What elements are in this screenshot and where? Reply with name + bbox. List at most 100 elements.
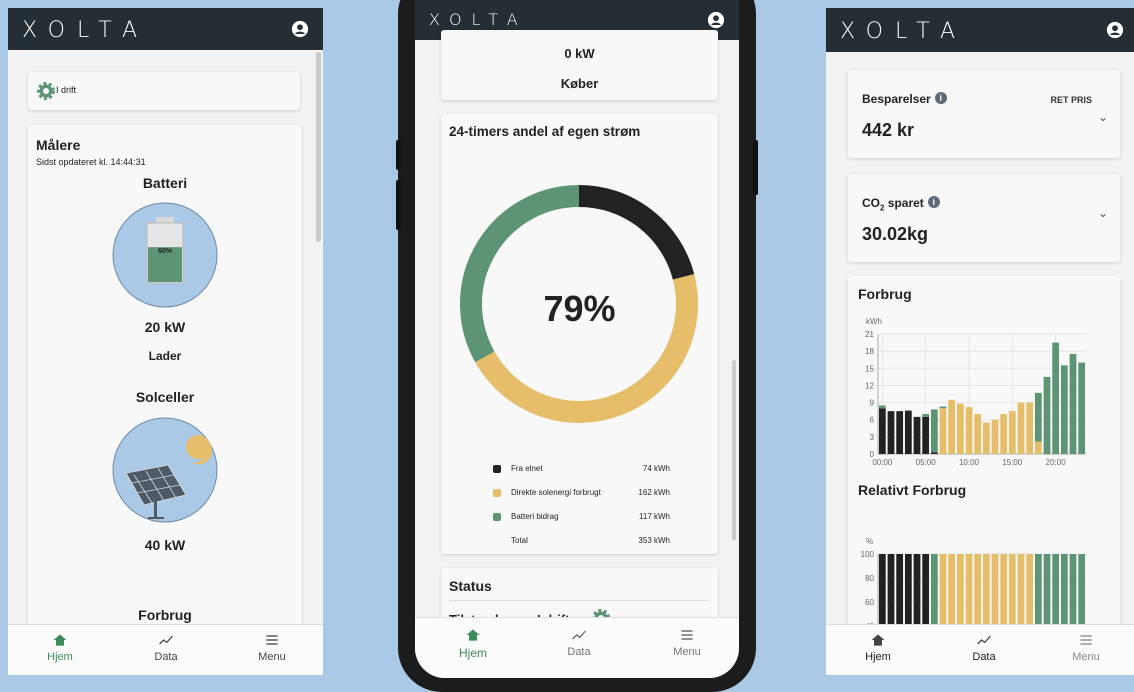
- nav-home-label: Hjem: [47, 651, 73, 663]
- bar: [930, 409, 938, 453]
- battery-power: 20 kW: [144, 319, 186, 335]
- nav-data[interactable]: Data: [539, 626, 619, 658]
- bottom-navigation: Hjem Data Menu: [826, 624, 1134, 675]
- phone-side-button-left-2: [396, 180, 401, 230]
- scrollbar[interactable]: [316, 52, 321, 242]
- x-tick-label: 10:00: [959, 458, 980, 467]
- y-tick-label: 80: [865, 574, 874, 583]
- chart-line-icon: [572, 630, 586, 640]
- nav-data-label: Data: [154, 651, 178, 663]
- legend-item: Direkte solenergi forbrugt 162 kWh: [493, 486, 670, 502]
- bar: [913, 416, 921, 454]
- status-title: Status: [449, 578, 492, 594]
- bar: [922, 416, 930, 454]
- donut-slice: [460, 185, 580, 363]
- grid-power: 0 kW: [564, 46, 595, 61]
- home-icon: [466, 629, 480, 641]
- relative-title: Relativt Forbrug: [858, 482, 967, 498]
- gear-icon: [37, 82, 55, 100]
- savings-card[interactable]: Besparelser i 442 kr RET PRIS ⌄: [848, 70, 1120, 158]
- left-phone-screen: XOLTA I drift Målere Sidst opdateret kl.…: [8, 8, 323, 675]
- bar: [887, 411, 895, 454]
- nav-menu[interactable]: Menu: [647, 626, 727, 658]
- bar: [1060, 365, 1068, 454]
- phone-side-button-right: [753, 140, 758, 195]
- xolta-logo: XOLTA: [22, 18, 149, 43]
- chevron-down-icon[interactable]: ⌄: [1098, 206, 1108, 220]
- info-icon[interactable]: i: [927, 196, 940, 208]
- last-updated: Sidst opdateret kl. 14:44:31: [36, 157, 146, 167]
- menu-list-icon: [266, 635, 278, 645]
- x-tick-label: 15:00: [1002, 458, 1023, 467]
- co2-card[interactable]: CO2 sparet i 30.02kg ⌄: [848, 174, 1120, 262]
- user-account-icon[interactable]: [1106, 21, 1124, 39]
- app-header: XOLTA: [8, 8, 323, 50]
- bar: [1069, 354, 1077, 454]
- nav-home[interactable]: Hjem: [838, 631, 918, 663]
- nav-menu-label: Menu: [258, 651, 286, 663]
- app-header: XOLTA: [826, 8, 1134, 52]
- legend-item: Total 353 kWh: [493, 534, 670, 550]
- middle-phone-screen: XOLTA 0 kW Køber 24-timers andel af egen…: [415, 0, 739, 678]
- scrollbar[interactable]: [732, 360, 736, 540]
- bottom-navigation: Hjem Data Menu: [415, 617, 739, 678]
- bar: [878, 408, 886, 454]
- chart-line-icon: [977, 635, 991, 645]
- nav-menu-label: Menu: [1072, 651, 1100, 663]
- nav-data-label: Data: [567, 646, 591, 658]
- y-unit-label: kWh: [866, 317, 882, 326]
- battery-title: Batteri: [142, 175, 188, 191]
- co2-value: 30.02kg: [862, 224, 929, 244]
- y-tick-label: 9: [870, 399, 875, 408]
- battery-state: Lader: [148, 349, 182, 363]
- nav-data[interactable]: Data: [944, 631, 1024, 663]
- legend-value: 353 kWh: [638, 536, 670, 545]
- edit-price-link[interactable]: RET PRIS: [1050, 95, 1092, 105]
- bar: [1043, 376, 1051, 454]
- y-unit-label: %: [866, 537, 873, 546]
- bar: [1008, 411, 1016, 454]
- bar: [878, 405, 886, 409]
- meters-title: Målere: [36, 137, 81, 153]
- nav-menu-label: Menu: [673, 646, 701, 658]
- bar: [1052, 342, 1060, 454]
- nav-data[interactable]: Data: [126, 631, 206, 663]
- bar: [922, 414, 930, 417]
- user-account-icon[interactable]: [291, 20, 309, 38]
- bar: [896, 411, 904, 454]
- consumption-bar-chart: kWh03691215182100:00 05:00 10:00 15:00 20:00: [865, 317, 1086, 467]
- x-tick-label: 20:00: [1046, 458, 1067, 467]
- solar-power: 40 kW: [144, 537, 186, 553]
- solar-panel-gauge: [112, 417, 218, 523]
- legend-label: Total: [511, 536, 528, 545]
- nav-data-label: Data: [972, 651, 996, 663]
- nav-home[interactable]: Hjem: [20, 631, 100, 663]
- legend-swatch: [493, 513, 501, 521]
- bar: [1034, 441, 1042, 454]
- user-account-icon[interactable]: [707, 11, 725, 29]
- bar: [956, 403, 964, 454]
- menu-list-icon: [1080, 635, 1092, 645]
- y-tick-label: 21: [865, 330, 874, 339]
- nav-menu[interactable]: Menu: [1046, 631, 1126, 663]
- right-phone-screen: XOLTA Besparelser i 442 kr RET PRIS ⌄ CO2…: [826, 8, 1134, 675]
- bar: [930, 452, 938, 454]
- bar: [1026, 402, 1034, 454]
- legend-label: Direkte solenergi forbrugt: [511, 488, 601, 497]
- bar: [1000, 414, 1008, 454]
- bar: [904, 410, 912, 454]
- home-icon: [871, 634, 885, 646]
- info-icon[interactable]: i: [934, 92, 947, 104]
- nav-home[interactable]: Hjem: [433, 626, 513, 660]
- nav-home-label: Hjem: [458, 646, 487, 660]
- status-card: I drift: [28, 72, 300, 110]
- chevron-down-icon[interactable]: ⌄: [1098, 110, 1108, 124]
- nav-home-label: Hjem: [865, 651, 891, 663]
- nav-menu[interactable]: Menu: [232, 631, 312, 663]
- phone-side-button-left: [396, 140, 401, 170]
- solar-title: Solceller: [135, 389, 195, 405]
- bar: [991, 419, 999, 454]
- legend-value: 117 kWh: [639, 512, 670, 521]
- y-tick-label: 100: [861, 550, 875, 559]
- bar: [982, 422, 990, 454]
